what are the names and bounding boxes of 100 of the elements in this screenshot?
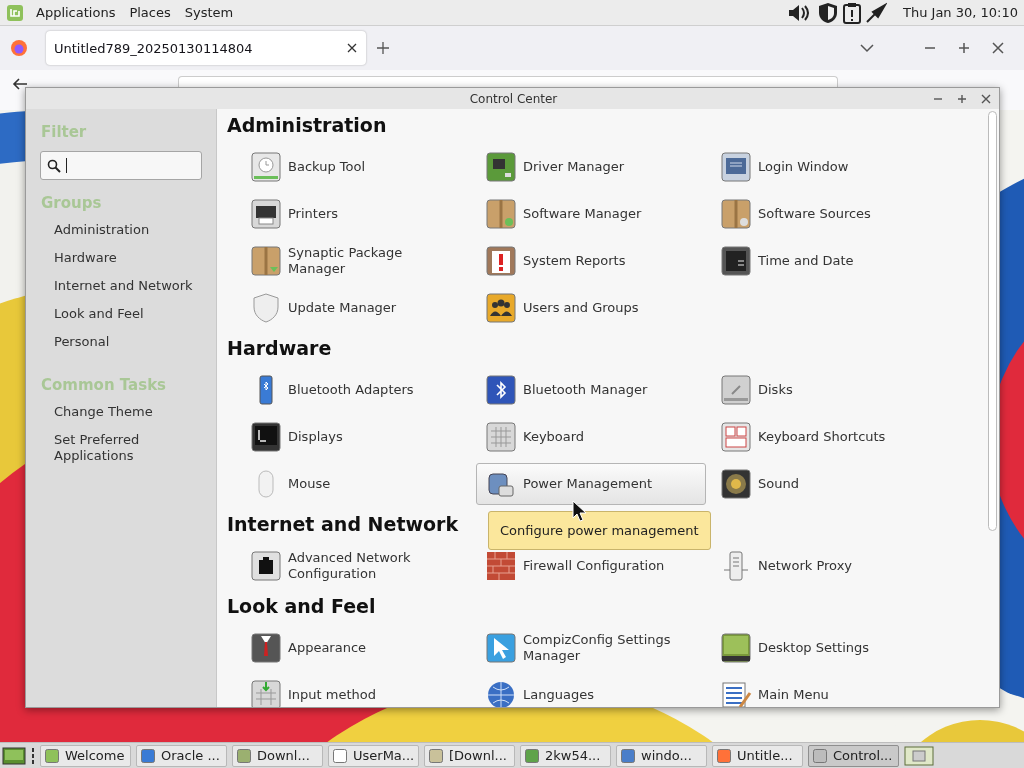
show-desktop-icon[interactable] <box>2 745 26 766</box>
sidebar-link[interactable]: Internet and Network <box>40 278 204 294</box>
display-icon <box>250 421 282 453</box>
settings-item[interactable]: Power Management <box>476 463 706 505</box>
settings-item[interactable]: Keyboard <box>476 416 706 458</box>
workspace-switcher-icon[interactable] <box>904 745 934 766</box>
settings-item[interactable]: Desktop Settings <box>711 627 941 669</box>
globe-icon <box>485 679 517 707</box>
tab-title: Untitled789_20250130114804 <box>54 40 254 56</box>
section-heading: Administration <box>227 113 387 138</box>
settings-item[interactable]: Appearance <box>241 627 471 669</box>
new-tab-icon[interactable] <box>376 41 390 55</box>
menu-item[interactable]: System <box>182 5 236 20</box>
taskbar-button[interactable]: windo... <box>616 744 707 767</box>
settings-item[interactable]: Bluetooth Manager <box>476 369 706 411</box>
back-arrow-icon[interactable] <box>12 76 28 92</box>
sidebar-link[interactable]: Administration <box>40 222 204 238</box>
settings-item[interactable]: CompizConfig Settings Manager <box>476 627 706 669</box>
settings-item[interactable]: Printers <box>241 193 471 235</box>
keyboard-icon <box>485 421 517 453</box>
desktop-icon <box>720 632 752 664</box>
drag-handle-icon[interactable] <box>31 745 35 766</box>
window-icon <box>717 748 731 763</box>
menu-item[interactable]: Places <box>127 5 173 20</box>
network-port-icon <box>250 550 282 582</box>
settings-item[interactable]: Driver Manager <box>476 146 706 188</box>
settings-item[interactable]: Disks <box>711 369 941 411</box>
close-icon[interactable] <box>992 42 1004 54</box>
settings-item[interactable]: Login Window <box>711 146 941 188</box>
settings-item[interactable]: Bluetooth Adapters <box>241 369 471 411</box>
search-field[interactable] <box>40 151 202 180</box>
clipboard-icon[interactable] <box>842 1 862 24</box>
settings-item[interactable]: Users and Groups <box>476 287 706 329</box>
scrollbar-thumb[interactable] <box>988 111 997 531</box>
package-icon <box>250 245 282 277</box>
maximize-icon[interactable] <box>958 42 970 54</box>
settings-item[interactable]: Synaptic Package Manager <box>241 240 471 282</box>
chevron-down-icon[interactable] <box>860 43 874 53</box>
people-icon <box>485 292 517 324</box>
settings-item[interactable]: System Reports <box>476 240 706 282</box>
taskbar-button[interactable]: UserMa... <box>328 744 419 767</box>
sidebar-link[interactable]: Change Theme <box>40 404 204 420</box>
clock-text[interactable]: Thu Jan 30, 10:10 <box>903 5 1018 20</box>
window-icon <box>429 748 443 763</box>
printer-icon <box>250 198 282 230</box>
speaker-icon <box>720 468 752 500</box>
sidebar-link[interactable]: Hardware <box>40 250 204 266</box>
browser-tab[interactable]: Untitled789_20250130114804 <box>46 31 366 65</box>
keys-icon <box>720 421 752 453</box>
search-icon <box>47 158 61 173</box>
window-icon <box>141 748 155 763</box>
settings-item[interactable]: Software Manager <box>476 193 706 235</box>
taskbar-button[interactable]: 2kw54... <box>520 744 611 767</box>
taskbar-button[interactable]: Control... <box>808 744 899 767</box>
shield-icon <box>250 292 282 324</box>
window-title: Control Center <box>468 91 559 106</box>
settings-item[interactable]: Software Sources <box>711 193 941 235</box>
circuit-board-icon <box>485 151 517 183</box>
close-icon[interactable] <box>981 93 991 104</box>
package-icon <box>485 198 517 230</box>
settings-item[interactable]: Mouse <box>241 463 471 505</box>
clipboard-icon <box>485 245 517 277</box>
tooltip: Configure power management <box>488 511 711 550</box>
sidebar-link[interactable]: Personal <box>40 334 204 350</box>
settings-item[interactable]: Displays <box>241 416 471 458</box>
taskbar-button[interactable]: Untitle... <box>712 744 803 767</box>
menu-item[interactable]: Applications <box>34 5 118 20</box>
settings-item[interactable]: Advanced Network Configuration <box>241 545 471 587</box>
section-heading: Common Tasks <box>41 376 168 394</box>
sidebar-link[interactable]: Set Preferred Applications <box>40 432 204 464</box>
window-icon <box>813 748 827 763</box>
taskbar-button[interactable]: Downl... <box>232 744 323 767</box>
settings-item[interactable]: Time and Date <box>711 240 941 282</box>
shield-icon[interactable] <box>817 1 839 24</box>
suit-icon <box>250 632 282 664</box>
brick-wall-icon <box>485 550 517 582</box>
section-heading: Filter <box>41 123 88 141</box>
settings-item[interactable]: Sound <box>711 463 941 505</box>
section-heading: Groups <box>41 194 103 212</box>
clock-icon <box>250 151 282 183</box>
close-icon[interactable] <box>346 42 358 54</box>
settings-item[interactable]: Network Proxy <box>711 545 941 587</box>
settings-item[interactable]: Keyboard Shortcuts <box>711 416 941 458</box>
taskbar-button[interactable]: [Downl... <box>424 744 515 767</box>
settings-item[interactable]: Input method <box>241 674 471 707</box>
taskbar-button[interactable]: Oracle ... <box>136 744 227 767</box>
maximize-icon[interactable] <box>957 93 967 104</box>
bluetooth-icon <box>485 374 517 406</box>
settings-item[interactable]: Backup Tool <box>241 146 471 188</box>
package-icon <box>720 198 752 230</box>
settings-item[interactable]: Update Manager <box>241 287 471 329</box>
settings-item[interactable]: Main Menu <box>711 674 941 707</box>
section-heading: Internet and Network <box>227 512 459 537</box>
browser-logo-icon[interactable] <box>10 39 28 57</box>
settings-item[interactable]: Languages <box>476 674 706 707</box>
mouse-pointer-icon <box>572 500 588 522</box>
window-icon <box>237 748 251 763</box>
taskbar-button[interactable]: Welcome <box>40 744 131 767</box>
sidebar-link[interactable]: Look and Feel <box>40 306 204 322</box>
monitor-icon <box>720 151 752 183</box>
